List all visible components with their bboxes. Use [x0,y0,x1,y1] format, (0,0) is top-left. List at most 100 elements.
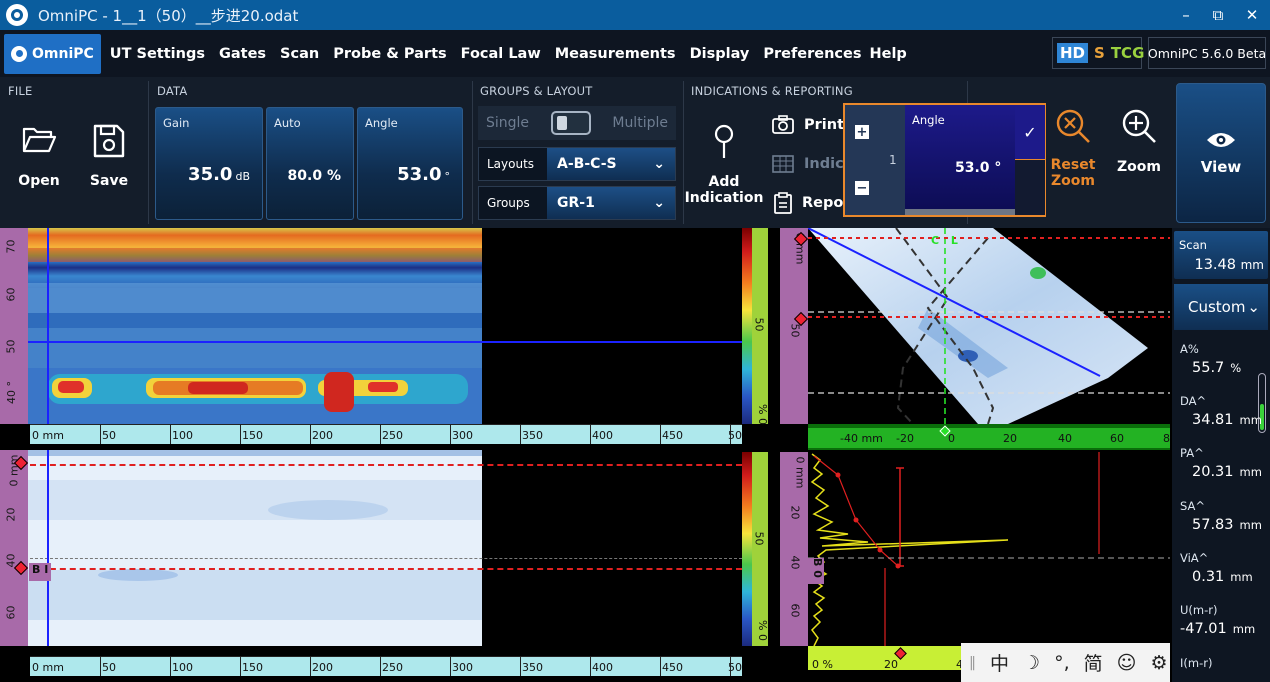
menu-omnipc-label: OmniPC [32,45,94,62]
add-indication-line1: Add [708,174,740,190]
cscan-v-tick: 40 ° [5,381,18,404]
measurement-i-m-r[interactable]: I(m-r) [1180,656,1268,670]
amp-tick: 50 [752,531,766,546]
ascan-horizontal-ruler: 0 % 20 4 [808,646,963,671]
mode-hd-badge: HD [1057,43,1089,63]
menu-display[interactable]: Display [690,46,750,62]
window-title: OmniPC - 1__1（50）__步进20.odat [38,6,299,25]
menu-omnipc[interactable]: OmniPC [4,33,101,74]
minimize-button[interactable]: – [1170,0,1202,30]
ascan-view[interactable]: B 0 [808,450,1170,646]
cscan-index-cursor[interactable] [28,341,742,343]
menu-scan[interactable]: Scan [280,46,319,62]
auto-card[interactable]: Auto 80.0 % [266,107,354,220]
zoom-reset-icon [1056,109,1090,143]
layouts-dropdown[interactable]: Layouts A-B-C-S ⌄ [478,147,676,181]
mode-indicator[interactable]: HD S TCG [1052,37,1144,69]
measurement-panel: Scan 13.48 mm Custom ⌄ A% 55.7% DA^ 34.8… [1172,228,1270,682]
chevron-down-icon: ⌄ [1247,298,1260,316]
ascan-gate-label: B 0 [808,558,824,584]
measurement-u-m-r[interactable]: U(m-r) -47.01 mm [1180,603,1268,637]
bscan-view[interactable]: 0 mm 20 40 60 B I [0,450,742,646]
measurement-label: ViA^ [1180,551,1209,565]
cscan-h-tick: 0 mm [32,429,64,442]
confirm-check-icon[interactable]: ✓ [1015,105,1045,159]
step-value: 1 [889,153,897,167]
open-label: Open [18,173,60,189]
angle-input-panel[interactable]: Angle 53.0 ° [905,105,1015,215]
measurement-value: 55.7% [1192,360,1242,376]
report-button[interactable]: Repor [774,192,851,214]
measurement-value: 0.31 mm [1192,569,1253,585]
reset-zoom-line1: Reset [1050,157,1096,173]
ascan-h-tick: 20 [884,658,898,671]
gear-icon[interactable]: ⚙ [1150,652,1167,674]
bscan-colorbar [742,452,752,646]
save-button[interactable]: Save [88,123,130,189]
scan-position-box[interactable]: Scan 13.48 mm [1174,231,1268,279]
ime-chinese-mode[interactable]: 中 [990,649,1009,676]
cscan-image [28,228,482,424]
gate-b-line[interactable] [30,568,742,570]
toggle-switch[interactable] [550,111,591,135]
add-indication-button[interactable]: Add Indication [685,122,763,206]
measurement-sa[interactable]: SA^ 57.83 mm [1180,499,1268,533]
single-label: Single [486,115,530,131]
cscan-h-tick: 50 [102,429,116,442]
measurement-via[interactable]: ViA^ 0.31 mm [1180,551,1268,585]
measurement-label: A% [1180,342,1199,356]
add-indication-line2: Indication [684,190,764,206]
increment-button[interactable]: + [855,125,869,140]
close-button[interactable]: ✕ [1236,0,1268,30]
amp-tick: % 0 [755,620,769,641]
view-button[interactable]: View [1176,83,1266,223]
centerline-label: C L [931,234,962,247]
amp-tick: % 0 [755,404,769,425]
scan-label: Scan [1179,238,1207,252]
measurement-pa[interactable]: PA^ 20.31 mm [1180,446,1268,480]
gain-card[interactable]: Gain 35.0 dB [155,107,263,220]
measurement-a-percent[interactable]: A% 55.7% [1180,342,1268,376]
menu-measurements[interactable]: Measurements [555,46,676,62]
punctuation-icon[interactable]: °, [1054,652,1070,674]
cancel-area[interactable] [1015,159,1045,215]
menu-preferences[interactable]: Preferences [763,46,861,62]
sscan-h-tick: 0 [948,432,955,445]
emoji-icon[interactable]: ☺ [1117,652,1137,674]
decrement-button[interactable]: − [855,181,869,196]
cscan-h-tick: 350 [522,429,543,442]
single-multiple-toggle[interactable]: Single Multiple [478,106,676,140]
cscan-vertical-ruler: 70 60 50 40 ° [0,228,28,424]
reset-zoom-button[interactable]: Reset Zoom [1048,107,1098,189]
restore-button[interactable]: ⧉ [1202,0,1234,30]
zoom-button[interactable]: Zoom [1114,107,1164,175]
measurement-label: U(m-r) [1180,603,1218,617]
gate-a-line[interactable] [30,464,742,466]
sscan-depth-ruler: 0 mm 50 [780,228,809,424]
moon-icon[interactable]: ☽ [1023,652,1040,674]
cscan-view[interactable]: 70 60 50 40 ° [0,228,742,424]
angle-label: Angle [365,116,398,130]
sscan-view[interactable]: C L [808,228,1170,424]
measurement-da[interactable]: DA^ 34.81 mm [1180,394,1268,428]
groups-label: Groups [487,196,530,210]
menu-probe-parts[interactable]: Probe & Parts [333,46,446,62]
groups-dropdown[interactable]: Groups GR-1 ⌄ [478,186,676,220]
indications-table-button[interactable]: Indica [772,154,853,174]
open-button[interactable]: Open [18,125,60,189]
menu-help[interactable]: Help [869,46,906,62]
menu-focal-law[interactable]: Focal Law [461,46,541,62]
menu-ut-settings[interactable]: UT Settings [110,46,205,62]
bscan-scan-cursor[interactable] [47,450,49,646]
ime-simplified-mode[interactable]: 简 [1084,649,1103,676]
measurement-set-dropdown[interactable]: Custom ⌄ [1174,284,1268,330]
reference-line [30,558,742,559]
reset-zoom-line2: Zoom [1051,173,1095,189]
angle-popup: + 1 − Angle 53.0 ° ✓ [843,103,1046,217]
menu-gates[interactable]: Gates [219,46,266,62]
bscan-vertical-ruler: 0 mm 20 40 60 [0,450,29,646]
cscan-scan-cursor[interactable] [47,228,49,424]
angle-card[interactable]: Angle 53.0 ° [357,107,463,220]
chevron-down-icon: ⌄ [653,156,665,172]
menu-bar: OmniPC UT Settings Gates Scan Probe & Pa… [0,30,1270,77]
